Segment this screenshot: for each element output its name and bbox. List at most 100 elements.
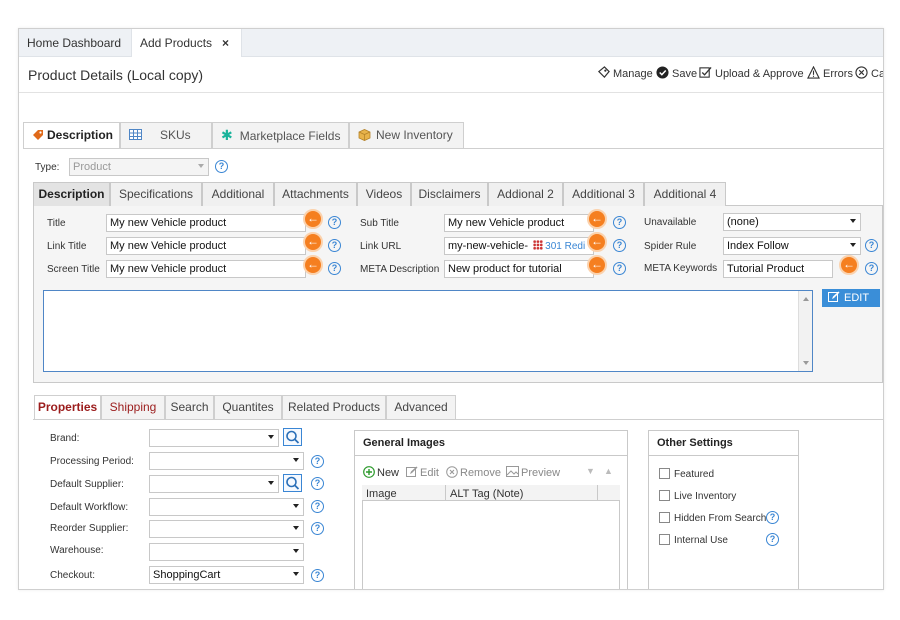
move-down-icon[interactable]: ▼	[586, 466, 595, 476]
save-button[interactable]: Save	[656, 66, 697, 80]
hidden-from-search-checkbox[interactable]	[659, 512, 670, 523]
edit-button[interactable]: EDIT	[822, 289, 880, 307]
meta-keywords-input[interactable]: Tutorial Product	[723, 260, 833, 278]
arrow-left-icon[interactable]: ←	[303, 232, 323, 252]
tab-skus[interactable]: SKUs	[120, 122, 212, 148]
subtab-additional[interactable]: Additional	[202, 182, 274, 206]
help-icon[interactable]: ?	[311, 522, 324, 535]
help-icon[interactable]: ?	[311, 455, 324, 468]
tab-home-dashboard[interactable]: Home Dashboard	[19, 29, 129, 57]
type-select[interactable]: Product	[69, 158, 209, 176]
remove-image-button[interactable]: Remove	[446, 466, 501, 479]
link-title-input[interactable]: My new Vehicle product	[106, 237, 306, 255]
brand-search-button[interactable]	[283, 428, 302, 446]
column-alt-tag[interactable]: ALT Tag (Note)	[450, 488, 523, 500]
default-workflow-select[interactable]	[149, 498, 304, 516]
meta-description-input[interactable]: New product for tutorial	[444, 260, 594, 278]
arrow-left-icon[interactable]: ←	[839, 255, 859, 275]
manage-button[interactable]: Manage	[597, 66, 653, 80]
subtab-additional-3[interactable]: Additional 3	[563, 182, 644, 206]
checkout-select[interactable]: ShoppingCart	[149, 566, 304, 584]
help-icon[interactable]: ?	[766, 511, 779, 524]
supplier-search-button[interactable]	[283, 474, 302, 492]
errors-button[interactable]: Errors	[807, 66, 853, 80]
help-icon[interactable]: ?	[215, 160, 228, 173]
tab-new-inventory[interactable]: New Inventory	[349, 122, 464, 148]
close-icon[interactable]: ×	[222, 36, 229, 50]
warning-icon	[807, 66, 820, 79]
warehouse-select[interactable]	[149, 543, 304, 561]
divider	[648, 455, 799, 456]
help-icon[interactable]: ?	[613, 216, 626, 229]
edit-image-button[interactable]: Edit	[406, 466, 439, 479]
help-icon[interactable]: ?	[311, 569, 324, 582]
search-icon	[286, 476, 300, 490]
subtab-attachments[interactable]: Attachments	[274, 182, 357, 206]
upload-approve-button[interactable]: Upload & Approve	[699, 66, 804, 80]
page-title: Product Details (Local copy)	[28, 67, 204, 83]
add-circle-icon	[363, 466, 375, 478]
spider-rule-select[interactable]: Index Follow	[723, 237, 861, 255]
subtab-addional-2[interactable]: Addional 2	[488, 182, 563, 206]
help-icon[interactable]: ?	[613, 239, 626, 252]
screen-title-input[interactable]: My new Vehicle product	[106, 260, 306, 278]
arrow-left-icon[interactable]: ←	[303, 255, 323, 275]
grid-icon	[129, 129, 142, 140]
new-image-button[interactable]: New	[363, 466, 399, 479]
arrow-left-icon[interactable]: ←	[303, 209, 323, 229]
subtab-disclaimers[interactable]: Disclaimers	[411, 182, 488, 206]
cancel-circle-icon	[855, 66, 868, 79]
processing-period-select[interactable]	[149, 452, 304, 470]
chevron-down-icon	[293, 572, 299, 576]
help-icon[interactable]: ?	[328, 239, 341, 252]
help-icon[interactable]: ?	[311, 477, 324, 490]
help-icon[interactable]: ?	[766, 533, 779, 546]
subtab-specifications[interactable]: Specifications	[110, 182, 202, 206]
title-label: Title	[47, 218, 66, 229]
live-inventory-checkbox[interactable]	[659, 490, 670, 501]
column-image[interactable]: Image	[366, 488, 397, 500]
tab-quantites[interactable]: Quantites	[214, 395, 282, 420]
redirect-link[interactable]: 301 Redi	[545, 241, 585, 252]
sub-title-input[interactable]: My new Vehicle product	[444, 214, 594, 232]
cancel-button[interactable]: Ca	[855, 66, 883, 80]
unavailable-select[interactable]: (none)	[723, 213, 861, 231]
title-input[interactable]: My new Vehicle product	[106, 214, 306, 232]
tab-marketplace-fields[interactable]: ✱ Marketplace Fields	[212, 122, 349, 148]
help-icon[interactable]: ?	[613, 262, 626, 275]
help-icon[interactable]: ?	[865, 239, 878, 252]
tab-add-products[interactable]: Add Products ×	[131, 29, 243, 57]
chevron-down-icon	[293, 504, 299, 508]
box-icon	[358, 129, 371, 141]
reorder-supplier-select[interactable]	[149, 520, 304, 538]
document-tab-bar: Home Dashboard Add Products ×	[19, 29, 883, 57]
arrow-left-icon[interactable]: ←	[587, 255, 607, 275]
featured-checkbox[interactable]	[659, 468, 670, 479]
internal-use-checkbox[interactable]	[659, 534, 670, 545]
help-icon[interactable]: ?	[865, 262, 878, 275]
help-icon[interactable]: ?	[328, 216, 341, 229]
subtab-videos[interactable]: Videos	[357, 182, 411, 206]
move-up-icon[interactable]: ▲	[604, 466, 613, 476]
help-icon[interactable]: ?	[328, 262, 341, 275]
tab-related-products[interactable]: Related Products	[282, 395, 386, 420]
tab-search[interactable]: Search	[165, 395, 214, 420]
tab-properties[interactable]: Properties	[34, 395, 101, 420]
tab-shipping[interactable]: Shipping	[101, 395, 165, 420]
tab-description[interactable]: Description	[23, 122, 120, 149]
search-icon	[286, 430, 300, 444]
subtab-additional-4[interactable]: Additional 4	[644, 182, 726, 206]
default-supplier-select[interactable]	[149, 475, 279, 493]
preview-image-button[interactable]: Preview	[506, 466, 560, 479]
description-editor[interactable]	[43, 290, 813, 372]
tab-advanced[interactable]: Advanced	[386, 395, 456, 420]
arrow-left-icon[interactable]: ←	[587, 232, 607, 252]
reorder-supplier-label: Reorder Supplier:	[50, 523, 129, 534]
page-header: Product Details (Local copy) Manage Save…	[19, 57, 883, 93]
arrow-left-icon[interactable]: ←	[587, 209, 607, 229]
help-icon[interactable]: ?	[311, 500, 324, 513]
editor-scrollbar[interactable]	[798, 291, 812, 371]
link-url-input[interactable]: my-new-vehicle- 301 Redi	[444, 237, 594, 255]
subtab-description[interactable]: Description	[33, 182, 110, 206]
brand-select[interactable]	[149, 429, 279, 447]
